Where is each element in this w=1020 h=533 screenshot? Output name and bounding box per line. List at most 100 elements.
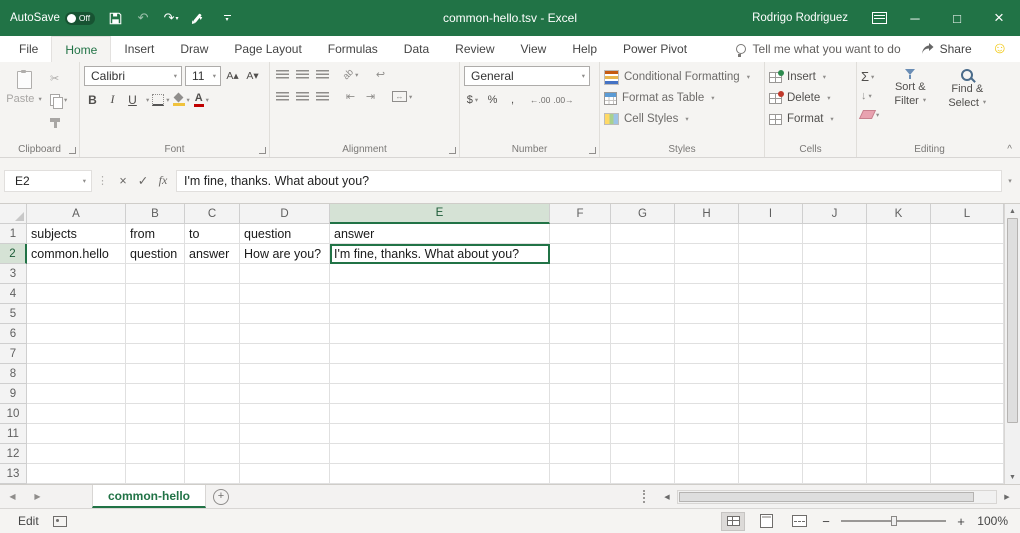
column-header-H[interactable]: H	[675, 204, 739, 224]
cell-L10[interactable]	[931, 404, 1004, 424]
align-bottom-button[interactable]	[314, 66, 331, 83]
cell-G10[interactable]	[611, 404, 675, 424]
format-painter-button[interactable]	[48, 112, 69, 127]
tab-page-layout[interactable]: Page Layout	[221, 36, 314, 62]
cell-G1[interactable]	[611, 224, 675, 244]
cell-C9[interactable]	[185, 384, 240, 404]
cell-H3[interactable]	[675, 264, 739, 284]
sheet-tab-common-hello[interactable]: common-hello	[92, 485, 206, 508]
autosum-button[interactable]: Σ▾	[861, 69, 879, 84]
cell-I11[interactable]	[739, 424, 803, 444]
undo-button[interactable]: ↶	[135, 6, 151, 30]
increase-decimal-button[interactable]: ←.00	[530, 91, 550, 108]
cell-J9[interactable]	[803, 384, 867, 404]
column-header-C[interactable]: C	[185, 204, 240, 224]
cell-L9[interactable]	[931, 384, 1004, 404]
cell-I7[interactable]	[739, 344, 803, 364]
cell-K3[interactable]	[867, 264, 931, 284]
cell-J5[interactable]	[803, 304, 867, 324]
decrease-indent-button[interactable]: ⇤	[342, 88, 359, 105]
underline-button[interactable]: U	[124, 91, 141, 108]
row-header-10[interactable]: 10	[0, 404, 27, 424]
tab-power-pivot[interactable]: Power Pivot	[610, 36, 700, 62]
increase-indent-button[interactable]: ⇥	[362, 88, 379, 105]
column-header-L[interactable]: L	[931, 204, 1004, 224]
cell-K6[interactable]	[867, 324, 931, 344]
tab-data[interactable]: Data	[391, 36, 442, 62]
cell-J6[interactable]	[803, 324, 867, 344]
column-header-D[interactable]: D	[240, 204, 330, 224]
cell-J11[interactable]	[803, 424, 867, 444]
cell-E12[interactable]	[330, 444, 550, 464]
cell-C12[interactable]	[185, 444, 240, 464]
cell-I4[interactable]	[739, 284, 803, 304]
cell-K9[interactable]	[867, 384, 931, 404]
save-button[interactable]	[107, 6, 123, 30]
cell-B5[interactable]	[126, 304, 185, 324]
zoom-thumb[interactable]	[891, 516, 897, 526]
cell-G9[interactable]	[611, 384, 675, 404]
cell-H13[interactable]	[675, 464, 739, 484]
fill-button[interactable]: ↓▾	[861, 88, 879, 103]
close-button[interactable]: ×	[978, 0, 1020, 36]
tab-insert[interactable]: Insert	[111, 36, 167, 62]
delete-cells-button[interactable]: Delete▾	[769, 89, 852, 107]
column-header-J[interactable]: J	[803, 204, 867, 224]
cell-G11[interactable]	[611, 424, 675, 444]
cell-G2[interactable]	[611, 244, 675, 264]
cell-H10[interactable]	[675, 404, 739, 424]
cell-L6[interactable]	[931, 324, 1004, 344]
column-header-K[interactable]: K	[867, 204, 931, 224]
cell-F13[interactable]	[550, 464, 611, 484]
tab-help[interactable]: Help	[559, 36, 610, 62]
cell-L7[interactable]	[931, 344, 1004, 364]
cell-A10[interactable]	[27, 404, 126, 424]
cell-G5[interactable]	[611, 304, 675, 324]
cell-H2[interactable]	[675, 244, 739, 264]
accounting-format-button[interactable]: $▾	[464, 91, 481, 108]
cell-E7[interactable]	[330, 344, 550, 364]
cell-D5[interactable]	[240, 304, 330, 324]
hscroll-right-icon[interactable]: ▶	[1000, 493, 1014, 501]
cell-D11[interactable]	[240, 424, 330, 444]
decrease-decimal-button[interactable]: .00→	[553, 91, 573, 108]
cell-I12[interactable]	[739, 444, 803, 464]
cell-D12[interactable]	[240, 444, 330, 464]
row-header-3[interactable]: 3	[0, 264, 27, 284]
cell-J10[interactable]	[803, 404, 867, 424]
cell-B6[interactable]	[126, 324, 185, 344]
autosave-toggle[interactable]: AutoSave Off	[10, 12, 95, 25]
cell-B4[interactable]	[126, 284, 185, 304]
sheet-nav-right-icon[interactable]: ▶	[25, 485, 50, 508]
cell-H1[interactable]	[675, 224, 739, 244]
cell-A11[interactable]	[27, 424, 126, 444]
formula-bar-expand-icon[interactable]: ▾	[1002, 177, 1018, 185]
cell-J12[interactable]	[803, 444, 867, 464]
cell-E5[interactable]	[330, 304, 550, 324]
grow-font-button[interactable]: A▴	[224, 68, 241, 85]
tab-splitter-handle[interactable]	[643, 490, 649, 503]
insert-function-button[interactable]: fx	[153, 170, 173, 192]
cell-J8[interactable]	[803, 364, 867, 384]
cell-G7[interactable]	[611, 344, 675, 364]
enter-button[interactable]: ✓	[133, 170, 153, 192]
cell-C8[interactable]	[185, 364, 240, 384]
cell-F2[interactable]	[550, 244, 611, 264]
cell-J3[interactable]	[803, 264, 867, 284]
cell-L8[interactable]	[931, 364, 1004, 384]
cell-H6[interactable]	[675, 324, 739, 344]
cell-B2[interactable]: question	[126, 244, 185, 264]
cell-B10[interactable]	[126, 404, 185, 424]
formula-bar-splitter[interactable]: ⋮	[97, 174, 108, 187]
cell-J7[interactable]	[803, 344, 867, 364]
cell-F3[interactable]	[550, 264, 611, 284]
tab-review[interactable]: Review	[442, 36, 507, 62]
row-header-1[interactable]: 1	[0, 224, 27, 244]
cell-styles-button[interactable]: Cell Styles▾	[604, 110, 760, 128]
cell-L2[interactable]	[931, 244, 1004, 264]
share-button[interactable]: Share	[921, 42, 972, 56]
cell-J1[interactable]	[803, 224, 867, 244]
formula-input[interactable]: I'm fine, thanks. What about you?	[176, 170, 1002, 192]
cell-G6[interactable]	[611, 324, 675, 344]
cell-D6[interactable]	[240, 324, 330, 344]
